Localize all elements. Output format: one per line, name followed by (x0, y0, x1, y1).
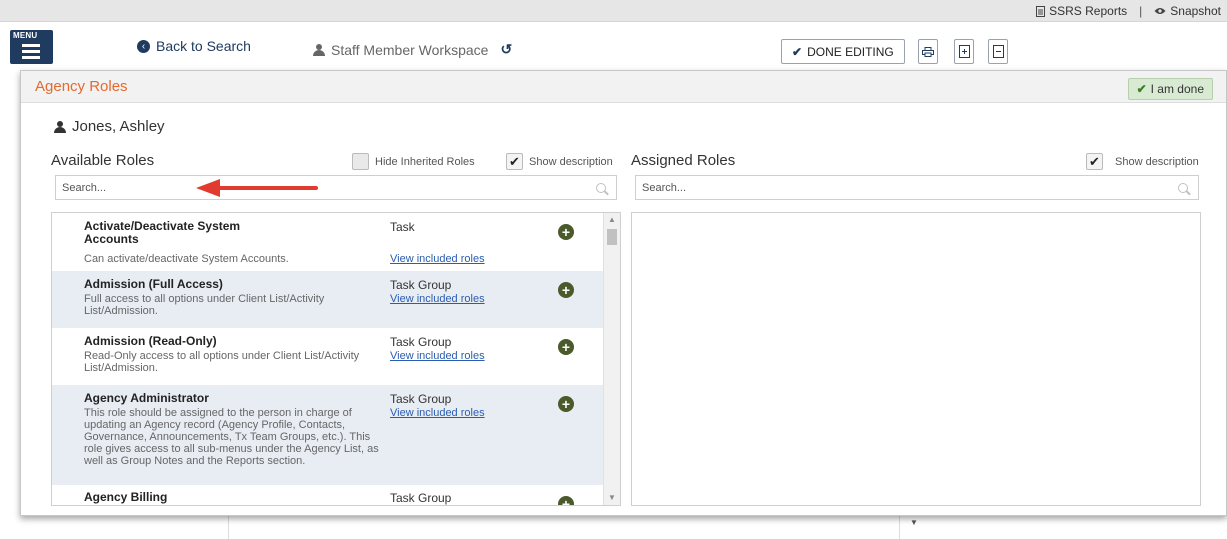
assigned-roles-list (631, 212, 1201, 506)
print-icon (922, 46, 934, 57)
back-to-search-label: Back to Search (156, 38, 251, 54)
role-type: Task Group (390, 278, 452, 292)
available-show-description-option: ✔ Show description (506, 153, 613, 170)
ssrs-reports-link[interactable]: SSRS Reports (1036, 4, 1127, 18)
assigned-show-description-checkbox[interactable]: ✔ (1086, 153, 1103, 170)
role-row: Admission (Full Access) Full access to a… (52, 271, 604, 328)
top-utility-bar: SSRS Reports | Snapshot (0, 0, 1227, 22)
scroll-thumb[interactable] (607, 229, 617, 245)
roles-list-scrollbar[interactable]: ▲ ▼ (603, 213, 620, 505)
view-included-roles-link[interactable]: View included roles (390, 350, 485, 362)
expand-all-button[interactable] (954, 39, 974, 64)
role-type: Task (390, 220, 415, 234)
check-icon: ✔ (1136, 82, 1147, 96)
user-icon (54, 120, 66, 133)
assigned-search-input[interactable] (635, 175, 1199, 200)
role-type: Task Group (390, 335, 452, 349)
role-type: Task Group (390, 392, 452, 406)
snapshot-label: Snapshot (1170, 4, 1221, 18)
add-role-icon[interactable]: + (558, 224, 574, 240)
eye-icon (1154, 8, 1166, 14)
search-icon (596, 183, 606, 193)
role-name: Admission (Read-Only) (84, 334, 217, 348)
check-icon: ✔ (792, 44, 803, 59)
role-description: This role should be assigned to the pers… (84, 407, 379, 467)
assigned-show-description-label: Show description (1115, 155, 1199, 168)
role-row: Agency Administrator This role should be… (52, 385, 604, 485)
ssrs-reports-label: SSRS Reports (1049, 4, 1128, 18)
snapshot-link[interactable]: Snapshot (1154, 4, 1221, 18)
add-role-icon[interactable]: + (558, 396, 574, 412)
add-role-icon[interactable]: + (558, 339, 574, 355)
person-name: Jones, Ashley (72, 118, 165, 135)
print-button[interactable] (918, 39, 938, 64)
dialog-header: Agency Roles ✔ I am done (21, 71, 1226, 103)
dialog-title: Agency Roles (35, 78, 128, 95)
available-show-description-label: Show description (529, 155, 613, 168)
view-included-roles-link[interactable]: View included roles (390, 253, 485, 265)
collapse-all-icon (992, 45, 1004, 58)
role-type: Task Group (390, 491, 452, 505)
menu-button[interactable]: MENU (10, 30, 53, 64)
role-name: Admission (Full Access) (84, 277, 223, 291)
i-am-done-label: I am done (1150, 82, 1204, 96)
menu-label: MENU (13, 31, 38, 40)
available-search-input[interactable] (55, 175, 617, 200)
back-to-search-link[interactable]: ‹ Back to Search (137, 38, 251, 54)
agency-roles-dialog: Agency Roles ✔ I am done Jones, Ashley A… (20, 70, 1227, 516)
add-role-icon[interactable]: + (558, 282, 574, 298)
role-description: Can activate/deactivate System Accounts. (84, 253, 289, 265)
top-links: SSRS Reports | Snapshot (1036, 4, 1221, 18)
role-name: Agency Billing (84, 490, 168, 504)
person-heading: Jones, Ashley (54, 118, 165, 135)
available-roles-title: Available Roles (51, 152, 155, 169)
view-included-roles-link[interactable]: View included roles (390, 293, 485, 305)
user-icon (313, 43, 325, 56)
background-panel (228, 516, 900, 539)
role-name: Agency Administrator (84, 391, 209, 405)
view-included-roles-link[interactable]: View included roles (390, 407, 485, 419)
scroll-down-icon[interactable]: ▼ (604, 491, 620, 505)
available-roles-list: Activate/Deactivate System Accounts Can … (51, 212, 621, 506)
top-links-separator: | (1139, 4, 1143, 18)
hide-inherited-label: Hide Inherited Roles (375, 155, 475, 168)
hamburger-icon (22, 44, 40, 62)
assigned-show-description-option: ✔ Show description (1086, 153, 1199, 170)
expand-all-icon (958, 45, 970, 58)
scroll-up-icon[interactable]: ▲ (604, 213, 620, 227)
collapse-all-button[interactable] (988, 39, 1008, 64)
role-name: Activate/Deactivate System Accounts (84, 219, 241, 246)
available-show-description-checkbox[interactable]: ✔ (506, 153, 523, 170)
i-am-done-button[interactable]: ✔ I am done (1127, 78, 1213, 100)
search-icon (1178, 183, 1188, 193)
add-role-icon[interactable]: + (558, 496, 574, 505)
history-icon[interactable]: ↺ (500, 41, 512, 58)
caret-down-icon: ▼ (910, 518, 918, 527)
assigned-roles-title: Assigned Roles (631, 152, 736, 169)
document-icon (1036, 5, 1046, 17)
workspace-label: Staff Member Workspace (331, 41, 489, 58)
role-row: Admission (Read-Only) Read-Only access t… (52, 328, 604, 385)
hide-inherited-option: Hide Inherited Roles (352, 153, 475, 170)
role-row: Activate/Deactivate System Accounts Can … (52, 213, 604, 271)
done-editing-button[interactable]: ✔ DONE EDITING (781, 39, 905, 64)
done-editing-label: DONE EDITING (807, 44, 894, 59)
annotation-arrow (196, 179, 318, 197)
role-description: Read-Only access to all options under Cl… (84, 350, 360, 374)
role-row: Agency Billing Task Group + (52, 485, 604, 505)
hide-inherited-checkbox[interactable] (352, 153, 369, 170)
page-header: MENU ‹ Back to Search Staff Member Works… (0, 22, 1227, 70)
arrow-left-circle-icon: ‹ (137, 39, 150, 53)
workspace-title: Staff Member Workspace ↺ (313, 41, 512, 58)
role-description: Full access to all options under Client … (84, 293, 325, 317)
